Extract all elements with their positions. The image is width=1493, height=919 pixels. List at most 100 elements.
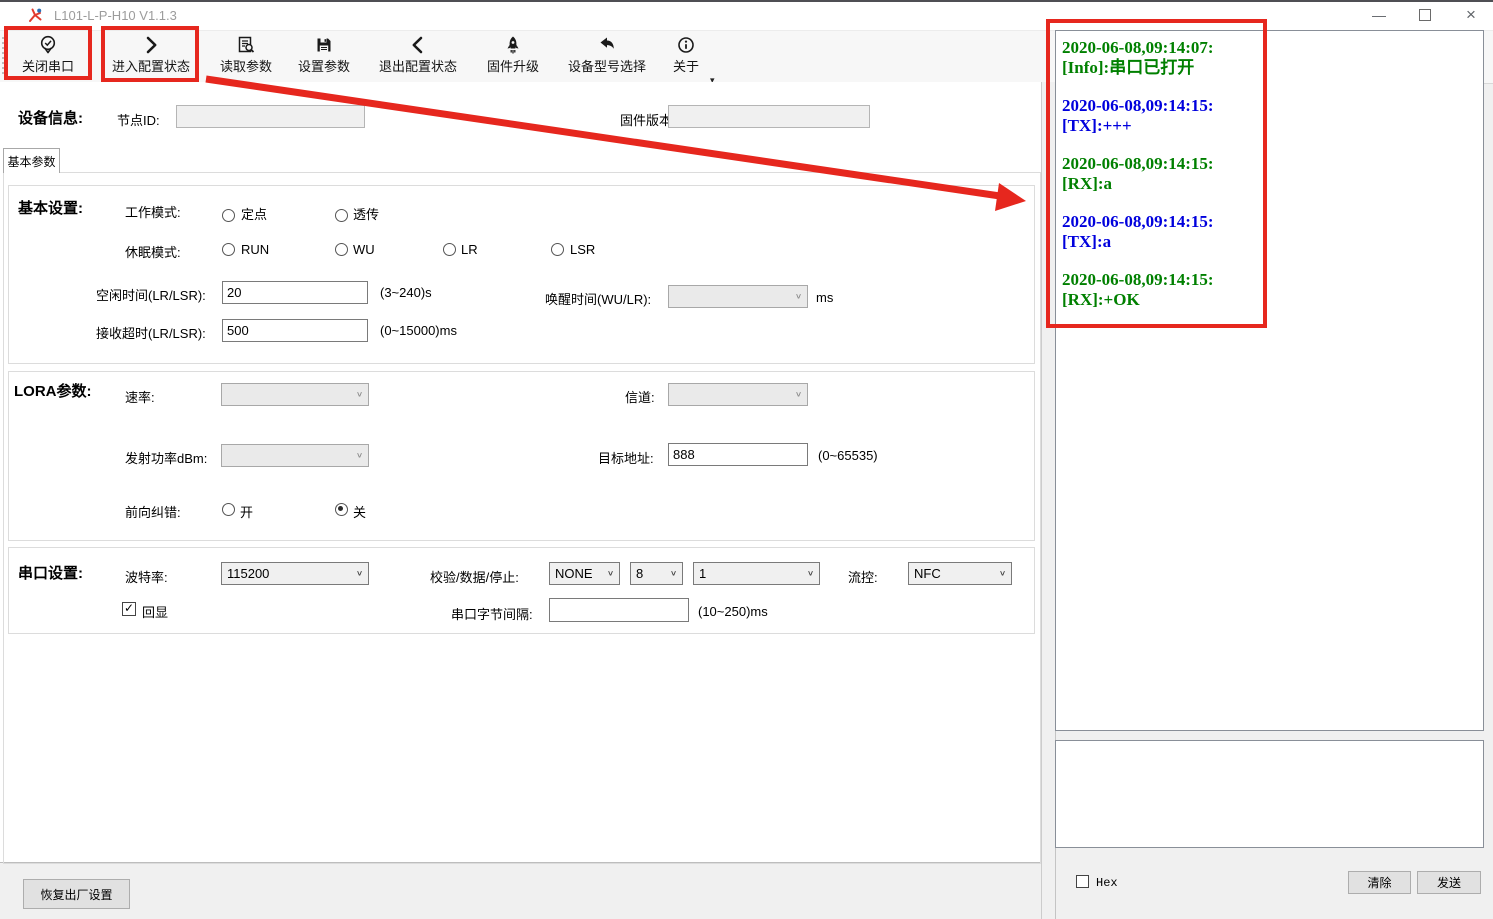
sleep-mode-radio-run[interactable] bbox=[222, 243, 235, 256]
byte-interval-input[interactable] bbox=[549, 598, 689, 622]
fec-option-label[interactable]: 开 bbox=[240, 502, 253, 521]
sleep-mode-option-label[interactable]: LR bbox=[461, 242, 478, 257]
panel-splitter[interactable] bbox=[1041, 82, 1056, 919]
sleep-mode-radio-lsr[interactable] bbox=[551, 243, 564, 256]
device-model-select-button[interactable]: 设备型号选择 bbox=[554, 33, 660, 81]
work-mode-radio-dingdian[interactable] bbox=[222, 209, 235, 222]
hex-checkbox[interactable]: ✓ bbox=[1076, 875, 1089, 888]
work-mode-label: 工作模式: bbox=[125, 202, 181, 221]
tx-power-select[interactable]: ∨ bbox=[221, 444, 369, 467]
toolbar-label: 固件升级 bbox=[487, 56, 539, 75]
close-button[interactable]: × bbox=[1448, 0, 1493, 30]
clear-button[interactable]: 清除 bbox=[1348, 871, 1411, 894]
node-id-field[interactable] bbox=[176, 105, 365, 128]
maximize-button[interactable] bbox=[1402, 0, 1448, 30]
baud-value: 115200 bbox=[222, 566, 351, 581]
top-border-line bbox=[0, 0, 1493, 2]
log-output-area[interactable]: 2020-06-08,09:14:07: [Info]:串口已打开 2020-0… bbox=[1055, 30, 1484, 731]
send-label: 发送 bbox=[1437, 874, 1461, 891]
firmware-field[interactable] bbox=[668, 105, 870, 128]
toolbar-label: 设置参数 bbox=[298, 56, 350, 75]
parity-select[interactable]: NONE ∨ bbox=[549, 562, 620, 585]
log-time: 2020-06-08,09:14:15: bbox=[1062, 154, 1483, 174]
log-entry: 2020-06-08,09:14:07: [Info]:串口已打开 bbox=[1062, 38, 1483, 77]
chevron-right-icon bbox=[141, 35, 161, 55]
channel-select[interactable]: ∨ bbox=[668, 383, 808, 406]
rate-select[interactable]: ∨ bbox=[221, 383, 369, 406]
idle-time-value: 20 bbox=[227, 285, 241, 300]
fec-radio-on[interactable] bbox=[222, 503, 235, 516]
firmware-upgrade-button[interactable]: 固件升级 bbox=[476, 33, 550, 81]
chevron-left-icon bbox=[408, 35, 428, 55]
echo-checkbox[interactable]: ✓ bbox=[122, 602, 136, 616]
factory-reset-button[interactable]: 恢复出厂设置 bbox=[23, 879, 130, 909]
log-entry: 2020-06-08,09:14:15: [RX]:a bbox=[1062, 154, 1483, 193]
sleep-mode-option-label[interactable]: LSR bbox=[570, 242, 595, 257]
toolbar-label: 关闭串口 bbox=[22, 56, 74, 75]
chevron-down-icon: ∨ bbox=[351, 569, 368, 577]
sleep-mode-radio-wu[interactable] bbox=[335, 243, 348, 256]
basic-settings-title: 基本设置: bbox=[18, 197, 83, 218]
factory-reset-label: 恢复出厂设置 bbox=[40, 886, 112, 903]
parity-data-stop-label: 校验/数据/停止: bbox=[430, 567, 519, 586]
log-text: [TX]:a bbox=[1062, 232, 1483, 252]
serial-settings-title: 串口设置: bbox=[18, 562, 83, 583]
lora-params-title: LORA参数: bbox=[14, 380, 92, 401]
work-mode-radio-touchuan[interactable] bbox=[335, 209, 348, 222]
read-params-button[interactable]: 读取参数 bbox=[208, 33, 284, 81]
send-button[interactable]: 发送 bbox=[1417, 871, 1481, 894]
wake-time-select[interactable]: ∨ bbox=[668, 285, 808, 308]
send-input-area[interactable] bbox=[1055, 740, 1484, 848]
hex-label[interactable]: Hex bbox=[1096, 876, 1118, 890]
flow-value: NFC bbox=[909, 566, 994, 581]
toolbar-label: 读取参数 bbox=[220, 56, 272, 75]
echo-label[interactable]: 回显 bbox=[142, 602, 168, 621]
clear-label: 清除 bbox=[1367, 874, 1391, 891]
set-params-button[interactable]: 设置参数 bbox=[286, 33, 362, 81]
chevron-down-icon: ∨ bbox=[994, 569, 1011, 577]
chevron-down-icon: ∨ bbox=[802, 569, 819, 577]
close-serial-button[interactable]: 关闭串口 bbox=[6, 33, 90, 81]
log-entry: 2020-06-08,09:14:15: [TX]:+++ bbox=[1062, 96, 1483, 135]
about-button[interactable]: 关于 bbox=[666, 33, 706, 81]
stop-bits-select[interactable]: 1 ∨ bbox=[693, 562, 820, 585]
chevron-down-icon: ∨ bbox=[790, 292, 807, 300]
channel-label: 信道: bbox=[625, 387, 655, 406]
flow-select[interactable]: NFC ∨ bbox=[908, 562, 1012, 585]
rx-timeout-label: 接收超时(LR/LSR): bbox=[96, 323, 206, 342]
rocket-icon bbox=[503, 35, 523, 55]
target-addr-input[interactable]: 888 bbox=[668, 443, 808, 466]
minimize-icon: — bbox=[1372, 7, 1386, 23]
minimize-button[interactable]: — bbox=[1356, 0, 1402, 30]
idle-time-input[interactable]: 20 bbox=[222, 281, 368, 304]
fec-label: 前向纠错: bbox=[125, 502, 181, 521]
enter-config-button[interactable]: 进入配置状态 bbox=[100, 33, 202, 81]
chevron-down-icon: ∨ bbox=[351, 451, 368, 459]
work-mode-option-label[interactable]: 透传 bbox=[353, 204, 379, 223]
exit-config-button[interactable]: 退出配置状态 bbox=[366, 33, 470, 81]
data-bits-select[interactable]: 8 ∨ bbox=[630, 562, 683, 585]
rx-timeout-input[interactable]: 500 bbox=[222, 319, 368, 342]
log-text: [RX]:a bbox=[1062, 174, 1483, 194]
sleep-mode-radio-lr[interactable] bbox=[443, 243, 456, 256]
stop-bits-value: 1 bbox=[694, 566, 802, 581]
log-time: 2020-06-08,09:14:15: bbox=[1062, 270, 1483, 290]
sleep-mode-option-label[interactable]: RUN bbox=[241, 242, 269, 257]
baud-select[interactable]: 115200 ∨ bbox=[221, 562, 369, 585]
toolbar-label: 关于 bbox=[673, 56, 699, 75]
target-addr-hint: (0~65535) bbox=[818, 448, 878, 463]
save-icon bbox=[314, 35, 334, 55]
sleep-mode-option-label[interactable]: WU bbox=[353, 242, 375, 257]
fec-radio-off[interactable] bbox=[335, 503, 348, 516]
doc-search-icon bbox=[236, 35, 256, 55]
fec-option-label[interactable]: 关 bbox=[353, 502, 366, 521]
work-mode-option-label[interactable]: 定点 bbox=[241, 204, 267, 223]
rate-label: 速率: bbox=[125, 387, 155, 406]
flow-label: 流控: bbox=[848, 567, 878, 586]
chevron-down-icon: ∨ bbox=[790, 390, 807, 398]
log-text: [TX]:+++ bbox=[1062, 116, 1483, 136]
wake-time-label: 唤醒时间(WU/LR): bbox=[545, 289, 651, 308]
toolbar-label: 退出配置状态 bbox=[379, 56, 457, 75]
byte-interval-hint: (10~250)ms bbox=[698, 604, 768, 619]
tab-basic-params[interactable]: 基本参数 bbox=[3, 148, 60, 173]
